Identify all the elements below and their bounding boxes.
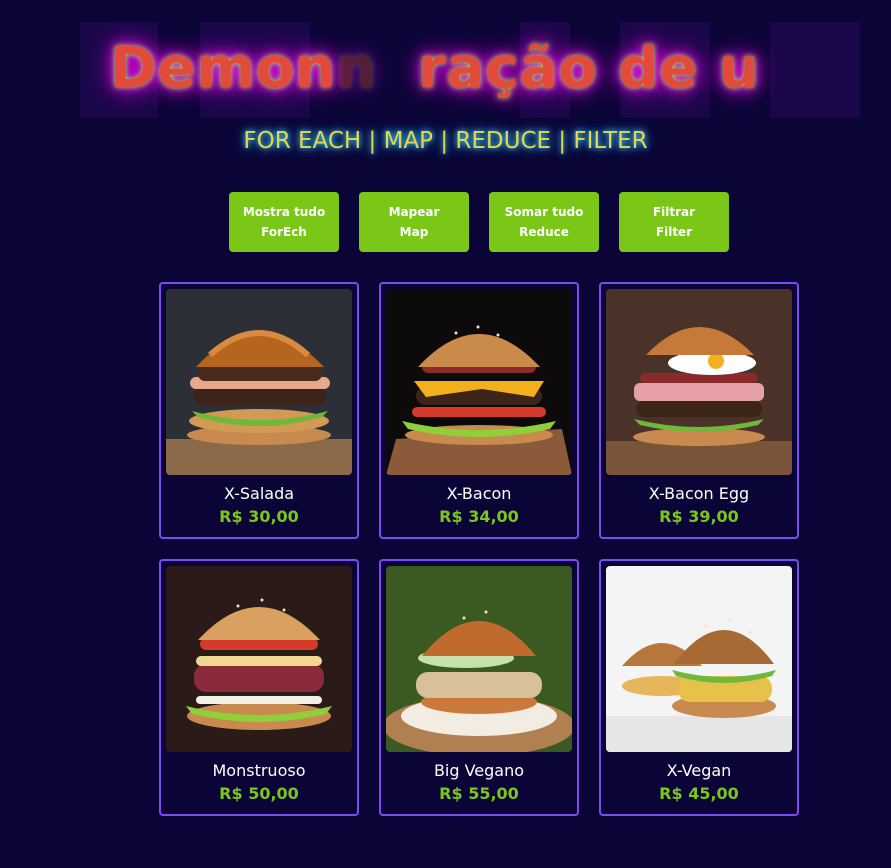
button-sublabel: Reduce [519, 225, 569, 239]
page-title: Demonn ração de u [110, 36, 760, 101]
product-price: R$ 45,00 [659, 784, 739, 803]
burger-image [386, 566, 572, 752]
reduce-button[interactable]: Somar tudo Reduce [489, 192, 599, 252]
page-title-fragment: ração de u [418, 36, 760, 101]
product-price: R$ 55,00 [439, 784, 519, 803]
filter-button[interactable]: Filtrar Filter [619, 192, 729, 252]
burger-image [386, 566, 572, 752]
product-card: X-Bacon Egg R$ 39,00 [599, 282, 799, 539]
burger-image [606, 566, 792, 752]
button-label: Somar tudo [504, 205, 584, 219]
burger-image [606, 289, 792, 475]
foreach-button[interactable]: Mostra tudo ForEch [229, 192, 339, 252]
burger-image [386, 289, 572, 475]
action-buttons: Mostra tudo ForEch Mapear Map Somar tudo… [229, 192, 729, 252]
product-card: X-Vegan R$ 45,00 [599, 559, 799, 816]
product-card: X-Bacon R$ 34,00 [379, 282, 579, 539]
map-button[interactable]: Mapear Map [359, 192, 469, 252]
product-card: X-Salada R$ 30,00 [159, 282, 359, 539]
product-price: R$ 30,00 [219, 507, 299, 526]
burger-image [166, 289, 352, 475]
product-name: X-Salada [223, 484, 295, 503]
button-label: Filtrar [652, 205, 696, 219]
button-label: Mapear [388, 205, 440, 219]
product-card: Monstruoso R$ 50,00 [159, 559, 359, 816]
page-title-main: Demon [110, 36, 337, 101]
button-sublabel: ForEch [261, 225, 307, 239]
burger-image [166, 566, 352, 752]
page-subtitle: FOR EACH | MAP | REDUCE | FILTER [243, 128, 648, 154]
product-price: R$ 39,00 [659, 507, 739, 526]
button-sublabel: Map [399, 225, 429, 239]
button-label: Mostra tudo [242, 205, 326, 219]
burger-image [606, 566, 792, 752]
page-title-fragment: n [336, 36, 378, 101]
product-name: X-Bacon [446, 484, 512, 503]
product-name: Monstruoso [212, 761, 306, 780]
title-band: Demonn ração de u [80, 22, 860, 118]
title-glitch-slab [770, 22, 860, 118]
button-sublabel: Filter [655, 225, 693, 239]
product-card: Big Vegano R$ 55,00 [379, 559, 579, 816]
burger-image [166, 566, 352, 752]
product-name: X-Bacon Egg [648, 484, 750, 503]
product-name: Big Vegano [433, 761, 525, 780]
product-price: R$ 50,00 [219, 784, 299, 803]
burger-image [606, 289, 792, 475]
burger-image [166, 289, 352, 475]
product-grid: X-Salada R$ 30,00 X-Bacon R$ 34,00 X-Bac… [159, 282, 799, 816]
burger-image [386, 289, 572, 475]
product-name: X-Vegan [666, 761, 732, 780]
product-price: R$ 34,00 [439, 507, 519, 526]
